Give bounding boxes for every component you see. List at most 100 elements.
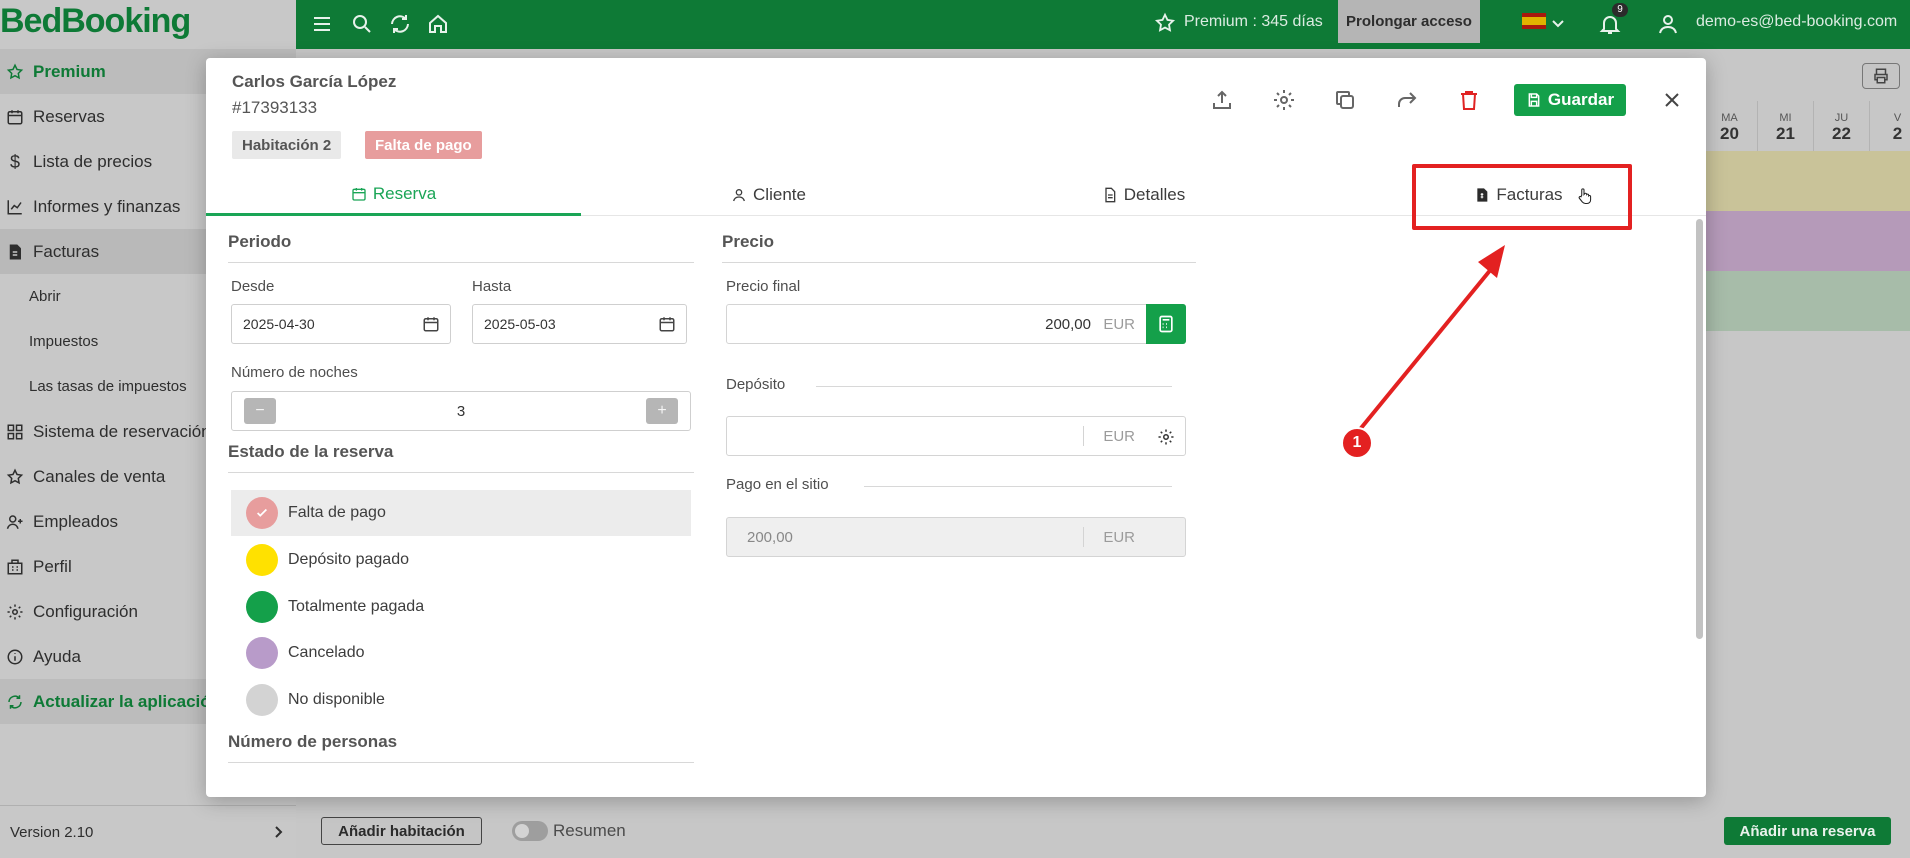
status-dot: [246, 684, 278, 716]
status-option-unavailable[interactable]: No disponible: [231, 677, 691, 723]
field-separator: [1083, 527, 1084, 547]
summary-toggle[interactable]: [512, 821, 548, 841]
share-forward-icon[interactable]: [1395, 88, 1421, 114]
sidebar-version[interactable]: Version 2.10: [0, 805, 296, 858]
divider: [864, 486, 1172, 487]
calculator-button[interactable]: [1146, 304, 1186, 344]
duplicate-icon[interactable]: [1333, 88, 1359, 114]
status-option-deposit[interactable]: Depósito pagado: [231, 537, 691, 583]
calendar-day-header[interactable]: JU 22: [1813, 101, 1869, 151]
gear-icon[interactable]: [1272, 88, 1298, 114]
user-email[interactable]: demo-es@bed-booking.com: [1696, 13, 1897, 31]
trash-icon[interactable]: [1457, 88, 1483, 114]
app-logo: BedBooking: [0, 2, 191, 40]
onsite-payment-label: Pago en el sitio: [726, 476, 829, 493]
currency-label: EUR: [1103, 529, 1135, 546]
sidebar-item-label: Impuestos: [29, 333, 99, 350]
guest-name: Carlos García López: [232, 72, 397, 91]
tab-label: Reserva: [372, 183, 437, 203]
add-room-button[interactable]: Añadir habitación: [321, 817, 482, 845]
logo-area: BedBooking: [0, 0, 296, 49]
from-date-value: 2025-04-30: [243, 316, 315, 332]
add-reservation-button[interactable]: Añadir una reserva: [1724, 817, 1891, 845]
user-icon: [731, 187, 747, 203]
export-icon[interactable]: [1210, 88, 1236, 114]
calendar-day-header[interactable]: V 2: [1869, 101, 1910, 151]
sidebar-item-label: Actualizar la aplicación: [33, 691, 222, 711]
status-title: Estado de la reserva: [228, 442, 394, 461]
persons-title: Número de personas: [228, 732, 398, 751]
calendar-icon[interactable]: [658, 315, 676, 333]
calendar-row[interactable]: [1701, 271, 1910, 331]
final-price-value: 200,00: [1045, 316, 1091, 333]
tab-label: Cliente: [753, 185, 806, 204]
home-icon[interactable]: [426, 12, 450, 36]
chevron-down-icon[interactable]: [1550, 12, 1566, 36]
period-title: Periodo: [228, 232, 292, 251]
status-option-cancelled[interactable]: Cancelado: [231, 630, 691, 676]
field-separator: [1083, 426, 1084, 446]
sidebar-item-label: Premium: [33, 61, 106, 81]
status-dot: [246, 591, 278, 623]
save-button[interactable]: Guardar: [1514, 84, 1626, 116]
status-dot: [246, 637, 278, 669]
deposit-field[interactable]: EUR: [726, 416, 1186, 456]
sidebar-item-label: Sistema de reservación: [33, 421, 211, 441]
currency-label: EUR: [1103, 428, 1135, 445]
calendar-icon: [6, 108, 24, 126]
from-date-field[interactable]: 2025-04-30: [231, 304, 451, 344]
user-plus-icon: [6, 513, 24, 531]
user-icon[interactable]: [1656, 12, 1680, 36]
status-option-paid[interactable]: Totalmente pagada: [231, 584, 691, 630]
calendar-day-header[interactable]: MI 21: [1757, 101, 1813, 151]
gear-icon[interactable]: [1157, 428, 1175, 446]
to-date-field[interactable]: 2025-05-03: [472, 304, 687, 344]
status-option-label: Totalmente pagada: [288, 598, 425, 615]
currency-label: EUR: [1103, 316, 1135, 333]
day-number: 22: [1832, 124, 1851, 143]
final-price-label: Precio final: [726, 278, 801, 295]
close-icon[interactable]: [1660, 88, 1684, 112]
sidebar-item-label: Empleados: [33, 511, 119, 531]
calendar-row[interactable]: [1701, 211, 1910, 271]
print-button[interactable]: [1862, 63, 1900, 89]
tab-cliente[interactable]: Cliente: [581, 174, 956, 216]
chart-line-icon: [6, 198, 24, 216]
status-option-label: Falta de pago: [288, 504, 386, 521]
calendar-day-header[interactable]: MA 20: [1701, 101, 1757, 151]
onsite-payment-field: 200,00 EUR: [726, 517, 1186, 557]
calendar-grid: MA 20 MI 21 JU 22 V 2: [1701, 101, 1910, 331]
day-of-week: MA: [1721, 112, 1738, 124]
final-price-field[interactable]: 200,00 EUR: [726, 304, 1186, 344]
search-icon[interactable]: [350, 12, 374, 36]
tab-detalles[interactable]: Detalles: [956, 174, 1331, 216]
version-label: Version 2.10: [10, 823, 94, 841]
refresh-icon[interactable]: [388, 12, 412, 36]
divider: [722, 262, 1196, 263]
modal-scrollbar[interactable]: [1696, 219, 1703, 639]
sidebar-item-label: Lista de precios: [33, 151, 153, 171]
status-option-unpaid[interactable]: Falta de pago: [231, 490, 691, 536]
sidebar-item-label: Las tasas de impuestos: [29, 378, 187, 395]
calendar-row[interactable]: [1701, 151, 1910, 211]
status-option-label: No disponible: [288, 691, 385, 708]
prolong-access-button[interactable]: Prolongar acceso: [1338, 0, 1480, 43]
annotation-number: 1: [1341, 427, 1373, 459]
star-icon: [1154, 12, 1178, 36]
star-icon: [6, 468, 24, 486]
status-option-label: Depósito pagado: [288, 551, 409, 568]
increment-button[interactable]: +: [646, 398, 678, 424]
day-of-week: MI: [1779, 112, 1792, 124]
tab-reserva[interactable]: Reserva: [206, 174, 581, 216]
calendar-icon[interactable]: [422, 315, 440, 333]
summary-toggle-label: Resumen: [553, 821, 626, 840]
menu-icon[interactable]: [310, 12, 334, 36]
chevron-right-icon: [270, 824, 286, 840]
gear-icon: [6, 603, 24, 621]
from-label: Desde: [231, 278, 275, 295]
calculator-icon: [1156, 314, 1176, 334]
nights-value[interactable]: 3: [232, 403, 690, 420]
status-dot: [246, 544, 278, 576]
spain-flag-icon[interactable]: [1522, 13, 1546, 29]
room-chip: Habitación 2: [232, 131, 342, 159]
